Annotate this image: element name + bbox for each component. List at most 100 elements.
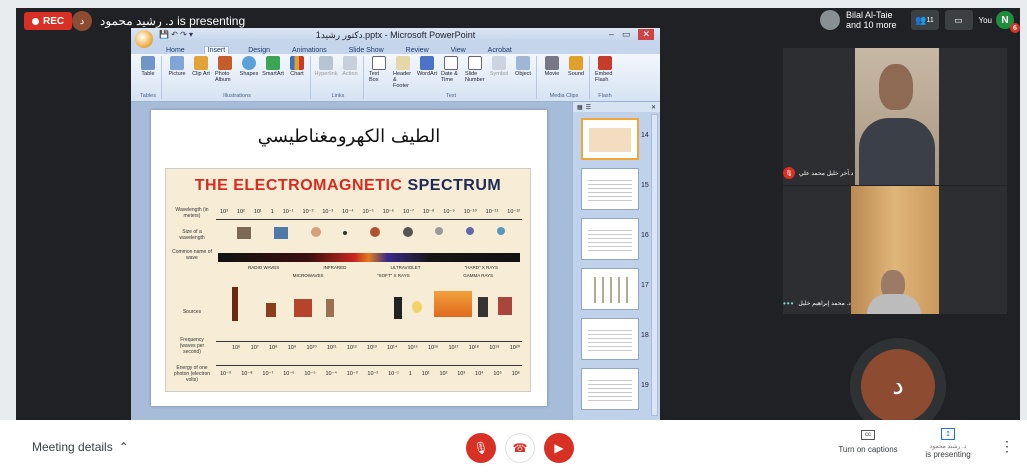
clip-art-button[interactable]: Clip Art [191, 56, 211, 83]
embed-flash-button[interactable]: Embed Flash [595, 56, 615, 83]
photo-album-button[interactable]: Photo Album [215, 56, 235, 83]
current-slide[interactable]: الطيف الكهرومغناطيسي THE ELECTROMAGNETIC… [151, 110, 547, 406]
sound-icon [569, 56, 583, 70]
participant-tile[interactable]: 🎙 د.آخر خليل محمد علي [783, 48, 1007, 185]
hyperlink-button[interactable]: Hyperlink [315, 56, 337, 77]
sound-button[interactable]: Sound [566, 56, 586, 77]
ribbon-group-text: Text Box Header & Footer WordArt Date & … [366, 56, 537, 99]
tab-design[interactable]: Design [245, 47, 273, 54]
movie-button[interactable]: Movie [542, 56, 562, 77]
freq-tick: 10²⁰ [509, 345, 520, 351]
microphone-off-button[interactable]: 🎙 [466, 433, 496, 463]
quick-access-toolbar[interactable]: 💾 ↶ ↷ ▾ [159, 30, 193, 39]
slide-thumbnail[interactable] [581, 368, 639, 410]
slide-thumbnail[interactable] [581, 168, 639, 210]
screen: REC د د. رشيد محمود is presenting Bilal … [0, 0, 1027, 476]
shared-powerpoint-window: 💾 ↶ ↷ ▾ دكتور رشيد1.pptx - Microsoft Pow… [131, 28, 660, 420]
maximize-icon[interactable]: ▭ [622, 29, 631, 40]
tab-insert[interactable]: Insert [203, 46, 230, 54]
people-icon [394, 297, 402, 319]
slide-thumbnail[interactable] [581, 218, 639, 260]
symbol-button[interactable]: Symbol [489, 56, 509, 89]
meeting-details-button[interactable]: Meeting details ⌃ [32, 440, 129, 454]
header-footer-button[interactable]: Header & Footer [393, 56, 413, 89]
chat-icon: ▭ [954, 14, 963, 25]
ribbon-group-flash: Embed Flash Flash [592, 56, 618, 99]
wordart-label: WordArt [416, 71, 438, 77]
energy-axis [216, 365, 522, 366]
minimize-icon[interactable]: – [609, 29, 614, 40]
slide-thumbnail[interactable] [581, 318, 639, 360]
wordart-button[interactable]: WordArt [417, 56, 437, 89]
camera-off-button[interactable]: ▶ [544, 433, 574, 463]
bacteria-icon [402, 227, 413, 237]
outline-tab-icon[interactable]: ☰ [586, 104, 591, 111]
energy-tick: 10⁻⁷ [262, 371, 274, 377]
wave-name: ULTRAVIOLET [390, 265, 421, 270]
people-more: and 10 more [845, 20, 897, 30]
picture-button[interactable]: Picture [167, 56, 187, 83]
object-button[interactable]: Object [513, 56, 533, 89]
slide-thumbnail[interactable] [581, 268, 639, 310]
participant-name-label: 🎙 د.آخر خليل محمد علي [783, 167, 853, 179]
people-button[interactable]: 👥 11 [910, 10, 939, 30]
ribbon-group-illustrations: Picture Clip Art Photo Album Shapes Smar… [164, 56, 311, 99]
close-icon[interactable]: ✕ [638, 29, 654, 40]
slide-thumbnail[interactable] [581, 118, 639, 160]
energy-tick: 10⁻³ [346, 371, 358, 377]
you-avatar: N 6 [996, 11, 1020, 33]
energy-tick: 10⁶ [511, 371, 520, 377]
wave-name: "SOFT" X RAYS [377, 273, 410, 278]
thumbs-scrollbar[interactable] [651, 114, 658, 416]
freq-tick: 10¹⁵ [407, 345, 418, 351]
date-time-button[interactable]: Date & Time [441, 56, 461, 89]
building-icon [237, 227, 252, 239]
text-box-icon [372, 56, 386, 70]
tab-view[interactable]: View [448, 47, 469, 54]
row-label-frequency: Frequency (waves per second) [179, 337, 205, 355]
smartart-button[interactable]: SmartArt [262, 56, 284, 83]
tab-acrobat[interactable]: Acrobat [485, 47, 515, 54]
symbol-label: Symbol [489, 71, 509, 77]
slides-tab-icon[interactable]: ▦ [577, 104, 583, 111]
bottom-control-bar: Meeting details ⌃ 🎙 ☎ ▶ cc Turn on capti… [0, 420, 1027, 476]
text-box-button[interactable]: Text Box [369, 56, 389, 89]
chart-icon [290, 56, 304, 70]
thumb-number: 16 [641, 232, 649, 239]
leave-call-button[interactable]: ☎ [505, 433, 535, 463]
more-options-icon[interactable]: ⋮ [1000, 438, 1014, 455]
chart-button[interactable]: Chart [287, 56, 307, 83]
participant-video [855, 48, 939, 185]
wl-tick: 10⁻⁴ [342, 209, 354, 215]
tab-slide-show[interactable]: Slide Show [346, 47, 387, 54]
frequency-ticks: 10⁶ 10⁷ 10⁸ 10⁹ 10¹⁰ 10¹¹ 10¹² 10¹³ 10¹⁴… [232, 345, 520, 351]
people-name: Bilal Al-Taie [845, 10, 893, 20]
header-footer-label: Header & Footer [393, 71, 412, 89]
tab-review[interactable]: Review [403, 47, 432, 54]
chat-button[interactable]: ▭ [944, 10, 973, 30]
close-pane-icon[interactable]: ✕ [651, 104, 656, 111]
slide-number-button[interactable]: Slide Number [465, 56, 485, 89]
captions-button[interactable]: cc Turn on captions [832, 430, 904, 454]
presenting-button[interactable]: ↥ د. رشيد محمود is presenting [918, 428, 978, 459]
you-indicator[interactable]: You N 6 [979, 11, 1020, 33]
energy-tick: 10⁻⁶ [283, 371, 295, 377]
symbol-icon [492, 56, 506, 70]
participant-tile[interactable]: ••• د. محمد إبراهيم خليل [783, 186, 1007, 314]
office-button-icon[interactable] [135, 30, 153, 48]
group-label-media: Media Clips [549, 93, 579, 99]
group-label-links: Links [331, 93, 345, 99]
participant-name: د.آخر خليل محمد علي [799, 170, 854, 177]
tab-home[interactable]: Home [163, 47, 188, 54]
tab-animations[interactable]: Animations [289, 47, 330, 54]
wave-name: INFRARED [323, 265, 347, 270]
period-icon [343, 231, 348, 235]
action-button[interactable]: Action [340, 56, 360, 77]
freq-tick: 10⁸ [269, 345, 278, 351]
group-label-text: Text [445, 93, 457, 99]
people-summary[interactable]: Bilal Al-Taie and 10 more [819, 10, 897, 30]
shapes-button[interactable]: Shapes [239, 56, 259, 83]
avatar: د [861, 349, 935, 423]
record-dot-icon [32, 17, 39, 25]
table-button[interactable]: Table [138, 56, 158, 77]
